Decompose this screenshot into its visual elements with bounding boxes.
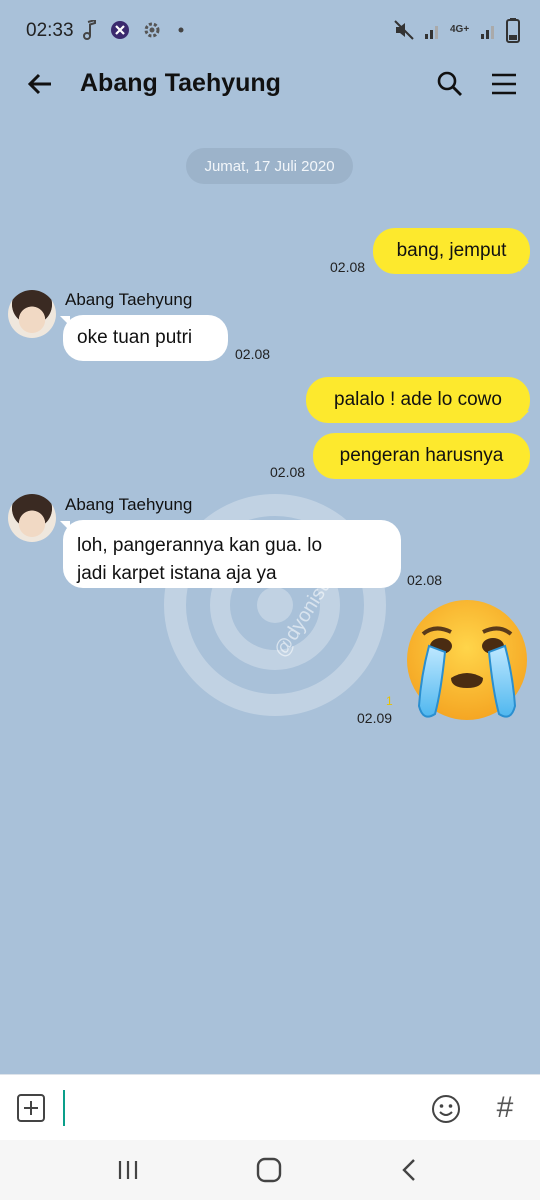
network-type: 4G+ [450,24,470,35]
system-nav-bar [0,1140,540,1200]
search-icon [437,71,462,96]
music-note-icon [83,20,96,40]
battery-icon [506,18,520,43]
home-icon[interactable] [254,1156,284,1184]
search-button[interactable] [432,66,468,102]
message-bubble[interactable]: pengeran harusnya [313,433,530,479]
settings-gear-icon [144,22,160,38]
signal-icon [425,26,438,39]
back-arrow-icon [27,73,51,95]
read-count: 1 [386,694,393,708]
menu-button[interactable] [484,66,524,102]
date-divider: Jumat, 17 Juli 2020 [186,148,353,184]
message-time: 02.08 [270,464,306,480]
emoji-icon[interactable] [430,1093,462,1125]
message-bubble[interactable]: oke tuan putri [63,315,228,361]
app-badge-icon [111,21,129,39]
back-nav-icon[interactable] [396,1156,424,1184]
message-line: jadi karpet istana aja ya [77,563,277,584]
hashtag-button[interactable]: # [490,1091,520,1125]
chat-header: Abang Taehyung [0,60,540,108]
message-line: loh, pangerannya kan gua. lo [77,535,323,556]
watermark-logo [164,494,386,716]
message-time: 02.08 [407,572,443,588]
mute-icon [394,20,414,40]
back-button[interactable] [22,66,58,102]
chat-title: Abang Taehyung [80,69,281,97]
avatar[interactable] [8,290,56,338]
bubble-tail [519,262,529,272]
add-icon[interactable] [16,1093,46,1123]
menu-icon [492,73,516,95]
avatar[interactable] [8,494,56,542]
message-bubble[interactable]: bang, jemput [373,228,530,274]
sender-name: Abang Taehyung [65,290,193,309]
signal-icon [481,26,494,39]
bubble-tail [519,411,529,421]
message-time: 02.09 [357,710,393,726]
message-bubble[interactable]: loh, pangerannya kan gua. lo jadi karpet… [63,520,401,588]
status-time: 02:33 [26,20,74,41]
status-bar: 02:33 4G+ [0,0,540,60]
message-composer: # [0,1074,540,1141]
recents-icon[interactable] [112,1158,144,1182]
message-time: 02.08 [330,259,366,275]
message-bubble[interactable]: palalo ! ade lo cowo [306,377,530,423]
sender-name: Abang Taehyung [65,495,193,514]
dot-icon [178,27,184,33]
message-time: 02.08 [235,346,271,362]
crying-face-emoji[interactable] [401,596,533,728]
message-input[interactable] [62,1089,412,1127]
text-caret [63,1090,65,1126]
